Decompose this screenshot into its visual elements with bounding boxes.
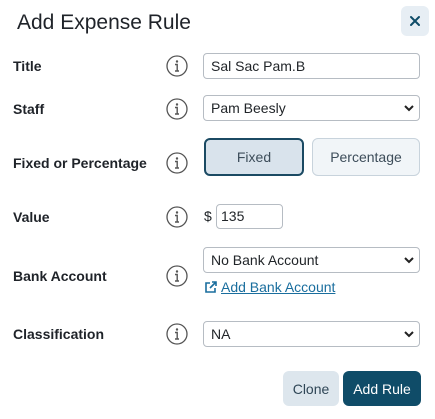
close-button[interactable] xyxy=(401,6,429,36)
bank-account-selected-value: No Bank Account xyxy=(211,252,319,268)
classification-select[interactable]: NA xyxy=(203,321,420,347)
info-icon[interactable] xyxy=(166,206,188,228)
bank-account-label: Bank Account xyxy=(13,268,107,284)
chevron-down-icon xyxy=(404,105,414,112)
close-icon xyxy=(410,16,420,26)
info-icon[interactable] xyxy=(166,265,188,287)
external-link-icon xyxy=(205,281,217,293)
chevron-down-icon xyxy=(404,331,414,338)
info-icon[interactable] xyxy=(166,323,188,345)
staff-label: Staff xyxy=(13,101,45,117)
add-rule-button[interactable]: Add Rule xyxy=(343,371,421,406)
percentage-toggle-button[interactable]: Percentage xyxy=(312,138,420,176)
add-bank-account-link[interactable]: Add Bank Account xyxy=(204,278,335,296)
value-label: Value xyxy=(13,209,50,225)
fixed-toggle-button[interactable]: Fixed xyxy=(204,138,304,176)
dialog-title: Add Expense Rule xyxy=(17,11,191,34)
title-label: Title xyxy=(13,58,42,74)
classification-selected-value: NA xyxy=(211,326,231,342)
value-input[interactable]: 135 xyxy=(216,204,283,229)
info-icon[interactable] xyxy=(166,55,188,77)
currency-symbol: $ xyxy=(204,208,212,224)
classification-label: Classification xyxy=(13,326,105,342)
clone-button[interactable]: Clone xyxy=(283,371,339,406)
staff-selected-value: Pam Beesly xyxy=(211,100,286,116)
chevron-down-icon xyxy=(404,257,414,264)
staff-select[interactable]: Pam Beesly xyxy=(203,95,420,121)
info-icon[interactable] xyxy=(166,152,188,174)
fixed-or-percentage-label: Fixed or Percentage xyxy=(13,155,147,171)
bank-account-select[interactable]: No Bank Account xyxy=(203,247,420,273)
add-bank-account-link-label: Add Bank Account xyxy=(221,279,336,295)
title-input[interactable]: Sal Sac Pam.B xyxy=(203,53,420,79)
info-icon[interactable] xyxy=(166,98,188,120)
